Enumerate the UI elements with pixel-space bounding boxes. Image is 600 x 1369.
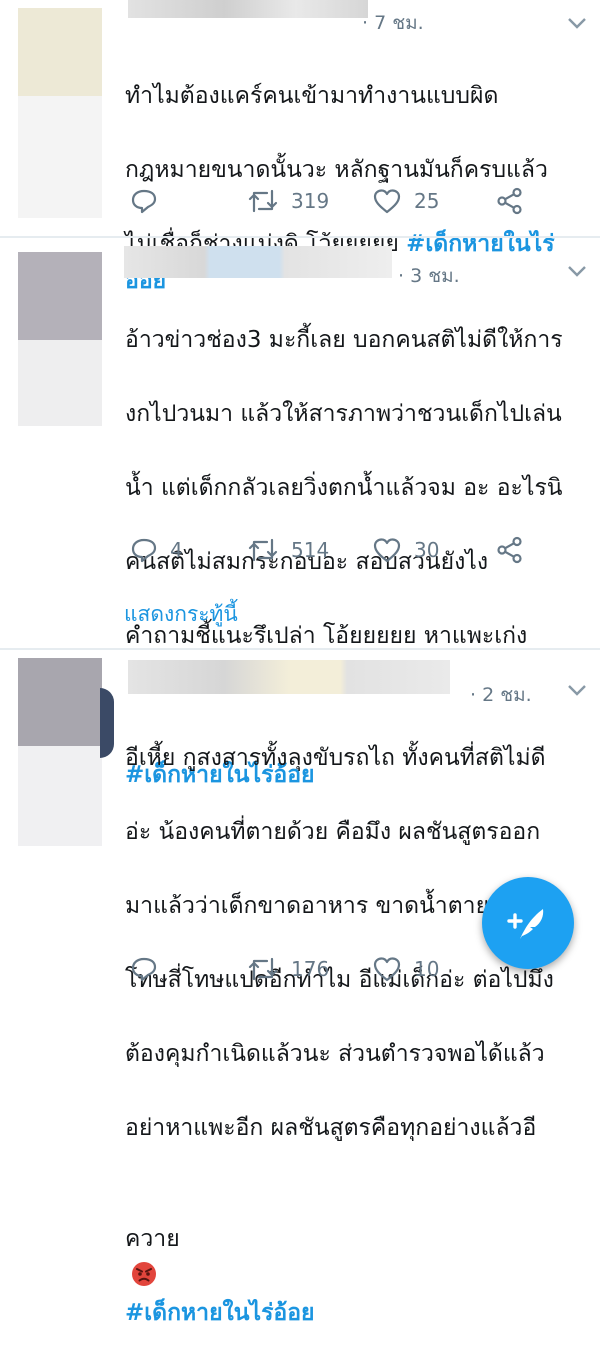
share-icon (497, 536, 522, 564)
like-count: 25 (414, 189, 440, 213)
tweet-timestamp[interactable]: · 7 ชม. (362, 8, 424, 38)
reply-button[interactable]: 4 (130, 535, 183, 565)
hashtag-link[interactable]: #เด็กหายในไร่อ้อย (125, 1300, 315, 1326)
heart-icon (373, 538, 401, 563)
show-thread-link[interactable]: แสดงกระทู้นี้ (124, 598, 238, 631)
like-button[interactable]: 10 (372, 954, 439, 984)
reply-icon (131, 957, 157, 982)
retweet-icon (248, 189, 278, 213)
text-line: อ่ะ น้องคนที่ตายด้วย คือมึง ผลชันสูตรออก (125, 819, 541, 845)
text-line: อย่าหาแพะอีก ผลชันสูตรคือทุกอย่างแล้วอี (125, 1115, 537, 1141)
chevron-down-icon[interactable] (566, 679, 588, 701)
retweet-icon (248, 538, 278, 562)
angry-face-icon (132, 1262, 156, 1286)
heart-icon (373, 957, 401, 982)
like-button[interactable]: 25 (372, 186, 439, 216)
like-button[interactable]: 30 (372, 535, 439, 565)
reply-icon (131, 189, 157, 214)
tweet-actions: 176 10 (124, 954, 544, 984)
text-line: อ้าวข่าวช่อง3 มะกี้เลย บอกคนสติไม่ดีให้ก… (125, 327, 563, 353)
text-line: ควาย #เด็กหายในไร่อ้อย (125, 1226, 315, 1326)
reply-count: 4 (170, 538, 183, 562)
user-name-blurred[interactable] (124, 246, 392, 278)
retweet-button[interactable]: 176 (247, 954, 329, 984)
text-line: ทำไมต้องแคร์คนเข้ามาทำงานแบบผิด (125, 83, 499, 109)
heart-icon (373, 189, 401, 214)
chevron-down-icon[interactable] (566, 12, 588, 34)
tweet-2[interactable]: · 3 ชม. อ้าวข่าวช่อง3 มะกี้เลย บอกคนสติไ… (0, 238, 600, 788)
compose-tweet-button[interactable] (482, 877, 574, 969)
share-button[interactable] (496, 535, 524, 565)
retweet-count: 514 (291, 538, 330, 562)
retweet-count: 176 (291, 957, 330, 981)
tweet-actions: 319 25 (124, 186, 544, 216)
retweet-count: 319 (291, 189, 330, 213)
feather-plus-icon (507, 909, 544, 939)
text-line: อีเหี้ย กูสงสารทั้งลุงขับรถไถ ทั้งคนที่ส… (125, 745, 546, 771)
text-line: งกไปวนมา แล้วให้สารภาพว่าชวนเด็กไปเล่น (125, 401, 562, 427)
tweet-actions: 4 514 30 (124, 535, 544, 565)
share-icon (497, 187, 522, 215)
like-count: 30 (414, 538, 440, 562)
tweet-text: อีเหี้ย กูสงสารทั้งลุงขับรถไถ ทั้งคนที่ส… (125, 703, 590, 1369)
text-line: น้ำ แต่เด็กกลัวเลยวิ่งตกน้ำแล้วจม อะ อะไ… (125, 475, 563, 501)
avatar[interactable] (18, 8, 102, 218)
retweet-button[interactable]: 319 (247, 186, 329, 216)
reply-button[interactable] (130, 186, 170, 216)
tweet-1[interactable]: · 7 ชม. ทำไมต้องแคร์คนเข้ามาทำงานแบบผิด … (0, 0, 600, 294)
retweet-button[interactable]: 514 (247, 535, 329, 565)
like-count: 10 (414, 957, 440, 981)
text-line: กฎหมายขนาดนั้นวะ หลักฐานมันก็ครบแล้ว (125, 157, 548, 183)
retweet-icon (248, 957, 278, 981)
user-name-blurred[interactable] (128, 660, 450, 694)
share-button[interactable] (496, 186, 524, 216)
reply-icon (131, 538, 157, 563)
avatar[interactable] (18, 658, 102, 846)
avatar-edge (100, 688, 114, 758)
avatar[interactable] (18, 252, 102, 426)
user-name-blurred[interactable] (128, 0, 368, 18)
text-line: ต้องคุมกำเนิดแล้วนะ ส่วนตำรวจพอได้แล้ว (125, 1041, 545, 1067)
chevron-down-icon[interactable] (566, 260, 588, 282)
reply-button[interactable] (130, 954, 170, 984)
